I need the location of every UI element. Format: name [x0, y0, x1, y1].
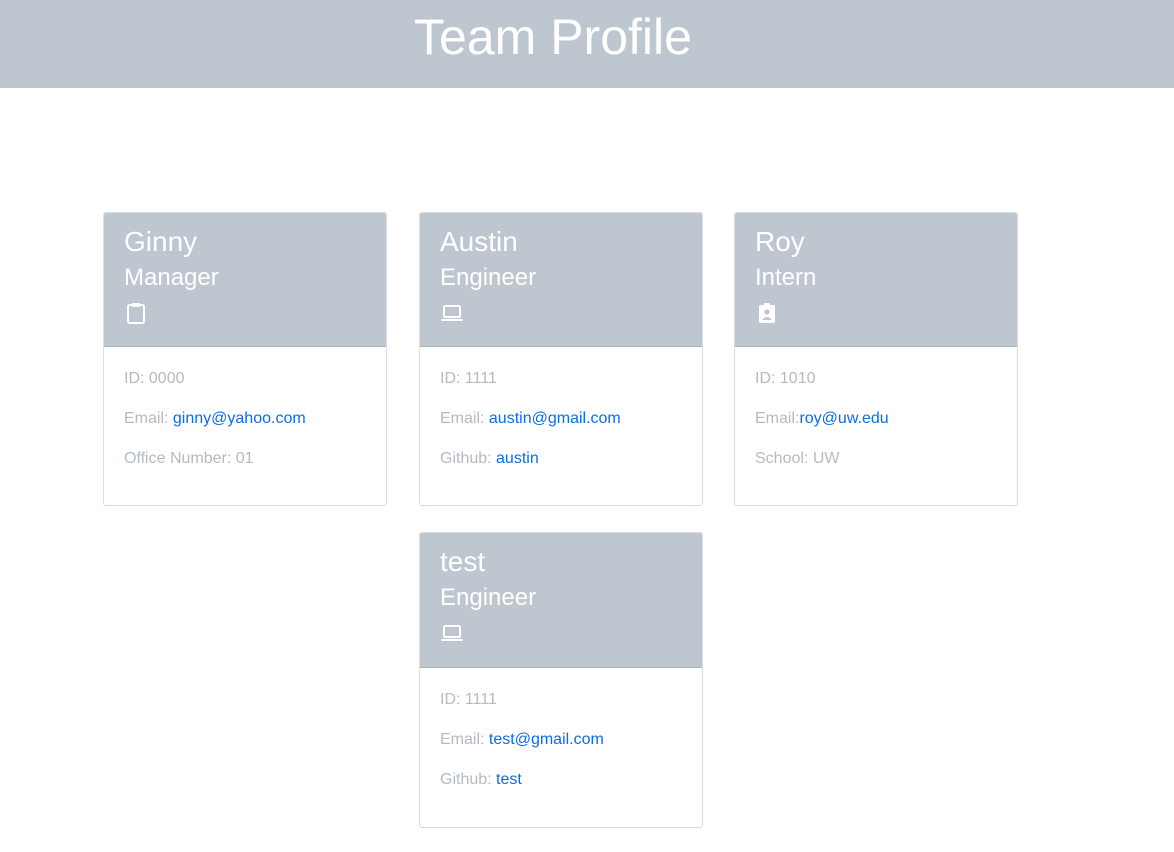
- school: School: UW: [755, 450, 840, 467]
- employee-card-ginny: Ginny Manager ID: 0000 Email: ginny@yaho…: [103, 212, 387, 506]
- github-label: Github:: [440, 771, 497, 788]
- card-body: ID: 1111 Email: test@gmail.com Github: t…: [420, 668, 702, 790]
- email-link[interactable]: austin@gmail.com: [489, 410, 621, 427]
- email-label: Email:: [755, 410, 800, 427]
- employee-name: Austin: [440, 226, 518, 257]
- employee-id: ID: 1111: [440, 370, 497, 387]
- employee-role: Manager: [124, 264, 219, 291]
- employee-id: ID: 1111: [440, 691, 497, 708]
- employee-card-roy: Roy Intern ID: 1010 Email:roy@uw.edu Sch…: [734, 212, 1018, 506]
- employee-name: Roy: [755, 226, 805, 257]
- card-body: ID: 1010 Email:roy@uw.edu School: UW: [735, 347, 1017, 469]
- github-link[interactable]: austin: [496, 450, 539, 467]
- card-header: Austin Engineer: [420, 213, 702, 347]
- employee-name: test: [440, 546, 486, 577]
- card-body: ID: 1111 Email: austin@gmail.com Github:…: [420, 347, 702, 469]
- email-link[interactable]: ginny@yahoo.com: [173, 410, 306, 427]
- employee-id: ID: 1010: [755, 370, 816, 387]
- employee-email-row: Email:roy@uw.edu: [755, 409, 1017, 429]
- employee-email-row: Email: austin@gmail.com: [440, 409, 702, 429]
- employee-role: Engineer: [440, 584, 537, 611]
- github-row: Github: austin: [440, 449, 702, 469]
- email-link[interactable]: test@gmail.com: [489, 731, 604, 748]
- github-row: Github: test: [440, 770, 702, 790]
- email-label: Email:: [440, 410, 489, 427]
- laptop-icon: [440, 301, 464, 325]
- github-link[interactable]: test: [496, 771, 522, 788]
- clipboard-icon: [124, 301, 148, 325]
- email-label: Email:: [124, 410, 173, 427]
- card-header: test Engineer: [420, 533, 702, 668]
- id-badge-icon: [755, 301, 779, 325]
- github-label: Github:: [440, 450, 497, 467]
- employee-role: Intern: [755, 264, 817, 291]
- page-title: Team Profile: [414, 9, 692, 65]
- email-link[interactable]: roy@uw.edu: [799, 410, 888, 427]
- employee-card-test: test Engineer ID: 1111 Email: test@gmail…: [419, 532, 703, 828]
- office-number: Office Number: 01: [124, 450, 254, 467]
- employee-email-row: Email: ginny@yahoo.com: [124, 409, 386, 429]
- card-header: Roy Intern: [735, 213, 1017, 347]
- email-label: Email:: [440, 731, 489, 748]
- card-body: ID: 0000 Email: ginny@yahoo.com Office N…: [104, 347, 386, 469]
- laptop-icon: [440, 621, 464, 645]
- employee-card-austin: Austin Engineer ID: 1111 Email: austin@g…: [419, 212, 703, 506]
- employee-email-row: Email: test@gmail.com: [440, 730, 702, 750]
- employee-name: Ginny: [124, 226, 198, 257]
- employee-id: ID: 0000: [124, 370, 185, 387]
- employee-role: Engineer: [440, 264, 537, 291]
- page-header: Team Profile: [0, 0, 1174, 88]
- card-header: Ginny Manager: [104, 213, 386, 347]
